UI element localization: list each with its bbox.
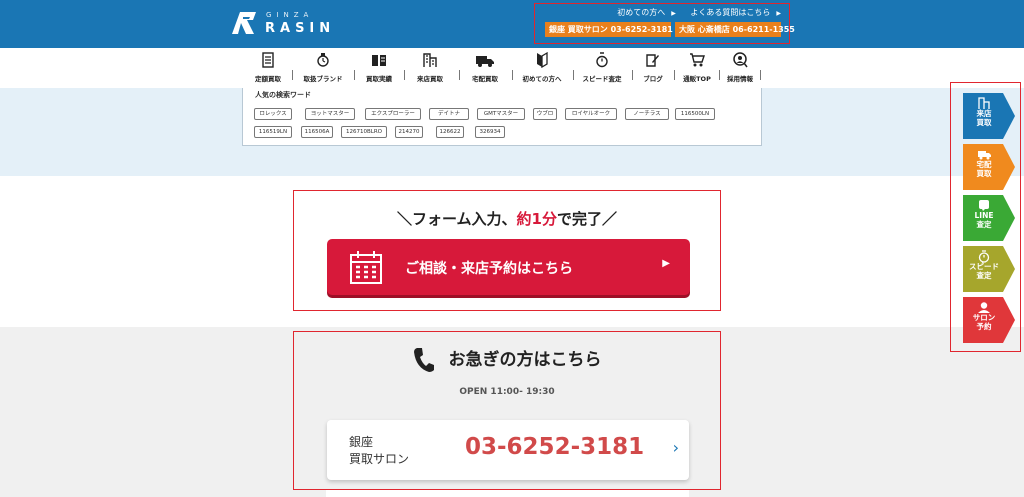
side-speed-appraisal-button[interactable]: スピード 査定 [963, 246, 1015, 292]
nav-divider [404, 70, 405, 80]
truck-icon [476, 56, 494, 67]
person-search-icon [733, 52, 748, 68]
search-tag[interactable]: デイトナ [429, 108, 469, 120]
first-time-link[interactable]: 初めての方へ ▶ [611, 8, 676, 17]
search-tag[interactable]: GMTマスター [477, 108, 525, 120]
search-tag[interactable]: ウブロ [533, 108, 557, 120]
main-nav: 定額買取 取扱ブランド 買取実績 来店買取 宅配買取 初めての方へ スピード査定… [0, 48, 1024, 88]
building-icon [423, 53, 437, 67]
side-salon-reservation-button[interactable]: サロン 予約 [963, 297, 1015, 343]
search-tag[interactable]: 214270 [395, 126, 423, 138]
salon-name: 銀座 買取サロン [349, 435, 410, 466]
opening-hours: OPEN 11:00- 19:30 [459, 387, 555, 397]
ginza-salon-tel-card[interactable]: 銀座 買取サロン 03-6252-3181 › [327, 420, 689, 480]
edit-icon [646, 54, 659, 67]
page: GINZA RASIN 初めての方へ ▶ よくある質問はこちら ▶ 銀座 買取サロン… [0, 0, 1024, 497]
nav-item-results[interactable]: 買取実績 [360, 52, 398, 86]
watch-icon [317, 53, 329, 67]
nav-divider [354, 70, 355, 80]
nav-item-brands[interactable]: 取扱ブランド [298, 52, 348, 86]
tel-ginza-button[interactable]: 銀座 買取サロン 03-6252-3181 [545, 22, 673, 37]
logo-sub-text: GINZA [266, 11, 314, 19]
nav-divider [512, 70, 513, 80]
site-logo[interactable]: GINZA RASIN [230, 8, 350, 40]
cart-icon [690, 53, 705, 67]
list-icon [262, 52, 274, 68]
search-tag[interactable]: ロレックス [254, 108, 292, 120]
search-tag[interactable]: 126710BLRO [341, 126, 387, 138]
nav-divider [760, 70, 761, 80]
nav-item-delivery[interactable]: 宅配買取 [465, 52, 505, 86]
search-tag[interactable]: 116500LN [675, 108, 715, 120]
urgent-contact-section: お急ぎの方はこちら OPEN 11:00- 19:30 銀座 買取サロン 03-… [293, 331, 721, 490]
popular-search-box: 人気の検索ワード ロレックス ヨットマスター エクスプローラー デイトナ GMT… [242, 88, 762, 146]
nav-divider [719, 70, 720, 80]
side-store-purchase-button[interactable]: 来店 買取 [963, 93, 1015, 139]
nav-divider [459, 70, 460, 80]
search-tag[interactable]: 116519LN [254, 126, 292, 138]
nav-item-recruit[interactable]: 採用情報 [723, 52, 757, 86]
reservation-button-label: ご相談・来店予約はこちら [405, 261, 573, 277]
logo-main-text: RASIN [265, 21, 336, 36]
nav-divider [292, 70, 293, 80]
faq-link[interactable]: よくある質問はこちら ▶ [684, 8, 781, 17]
search-tag[interactable]: ロイヤルオーク [565, 108, 617, 120]
form-cta-section: ＼フォーム入力、約1分で完了／ ご相談・来店予約はこちら ▶ [293, 190, 721, 311]
nav-divider [632, 70, 633, 80]
reservation-button[interactable]: ご相談・来店予約はこちら ▶ [327, 239, 690, 295]
beginner-mark-icon [537, 52, 548, 68]
nav-item-fixed-price[interactable]: 定額買取 [250, 52, 286, 86]
triangle-right-icon: ▶ [776, 10, 781, 17]
chevron-right-icon: › [672, 438, 679, 457]
triangle-right-icon: ▶ [671, 10, 676, 17]
tel-osaka-button[interactable]: 大阪 心斎橋店 06-6211-1355 [675, 22, 795, 37]
side-line-appraisal-button[interactable]: LINE 査定 [963, 195, 1015, 241]
top-links: 初めての方へ ▶ よくある質問はこちら ▶ [605, 7, 781, 18]
side-floating-menu: 来店 買取 宅配 買取 LINE 査定 スピード 査定 サロン 予約 [950, 82, 1021, 352]
nav-item-shop-top[interactable]: 通販TOP [679, 52, 715, 86]
side-delivery-button[interactable]: 宅配 買取 [963, 144, 1015, 190]
search-tag[interactable]: 116506A [301, 126, 333, 138]
cta-heading: ＼フォーム入力、約1分で完了／ [396, 210, 617, 228]
search-tag[interactable]: 126622 [436, 126, 464, 138]
salon-phone-number: 03-6252-3181 [465, 434, 645, 460]
search-tag[interactable]: ヨットマスター [305, 108, 355, 120]
phone-icon [413, 348, 434, 372]
next-salon-card-edge [326, 490, 689, 497]
header-bar: GINZA RASIN 初めての方へ ▶ よくある質問はこちら ▶ 銀座 買取サロン… [0, 0, 1024, 48]
nav-item-speed-appraisal[interactable]: スピード査定 [579, 52, 625, 86]
nav-divider [674, 70, 675, 80]
book-icon [372, 55, 386, 66]
play-arrow-icon: ▶ [662, 258, 670, 269]
calendar-icon [350, 251, 382, 284]
popular-search-title: 人気の検索ワード [255, 91, 311, 99]
top-contact-area: 初めての方へ ▶ よくある質問はこちら ▶ 銀座 買取サロン 03-6252-318… [534, 3, 795, 44]
search-tag[interactable]: ノーチラス [625, 108, 669, 120]
stopwatch-icon [596, 52, 608, 68]
urgent-heading: お急ぎの方はこちら [294, 345, 720, 373]
nav-item-first-time[interactable]: 初めての方へ [518, 52, 566, 86]
nav-divider [573, 70, 574, 80]
search-tag[interactable]: 326934 [475, 126, 505, 138]
nav-item-store-purchase[interactable]: 来店買取 [410, 52, 450, 86]
nav-item-blog[interactable]: ブログ [638, 52, 668, 86]
search-tag[interactable]: エクスプローラー [365, 108, 421, 120]
logo-mark-icon [232, 12, 256, 34]
